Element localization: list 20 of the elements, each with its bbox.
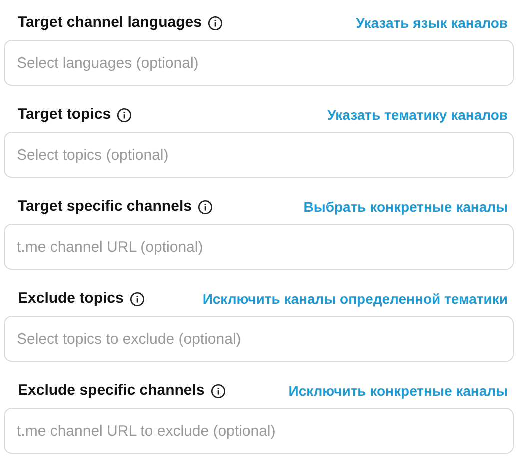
input-field[interactable]: Select topics (optional) [4,132,514,178]
info-icon[interactable] [130,292,145,306]
input-field[interactable]: t.me channel URL to exclude (optional) [4,408,514,454]
info-icon[interactable] [198,200,213,214]
info-icon[interactable] [210,384,226,398]
annotation-text: Исключить конкретные каналы [288,382,508,401]
field-label: Exclude topics [18,288,124,309]
field-label: Target topics [18,104,112,125]
input-field[interactable]: Select topics to exclude (optional) [4,316,514,362]
input-field[interactable]: t.me channel URL (optional) [4,224,514,270]
annotation-text: Указать тематику каналов [327,106,508,125]
field-label: Exclude specific channels [18,380,205,401]
info-icon[interactable] [117,108,132,122]
field-label: Target channel languages [18,12,202,33]
annotation-text: Указать язык каналов [356,14,508,32]
annotation-text: Выбрать конкретные каналы [304,198,508,217]
annotation-text: Исключить каналы определенной тематики [202,290,508,309]
field-label: Target specific channels [18,196,192,217]
info-icon[interactable] [208,16,223,30]
input-field[interactable]: Select languages (optional) [4,40,514,86]
